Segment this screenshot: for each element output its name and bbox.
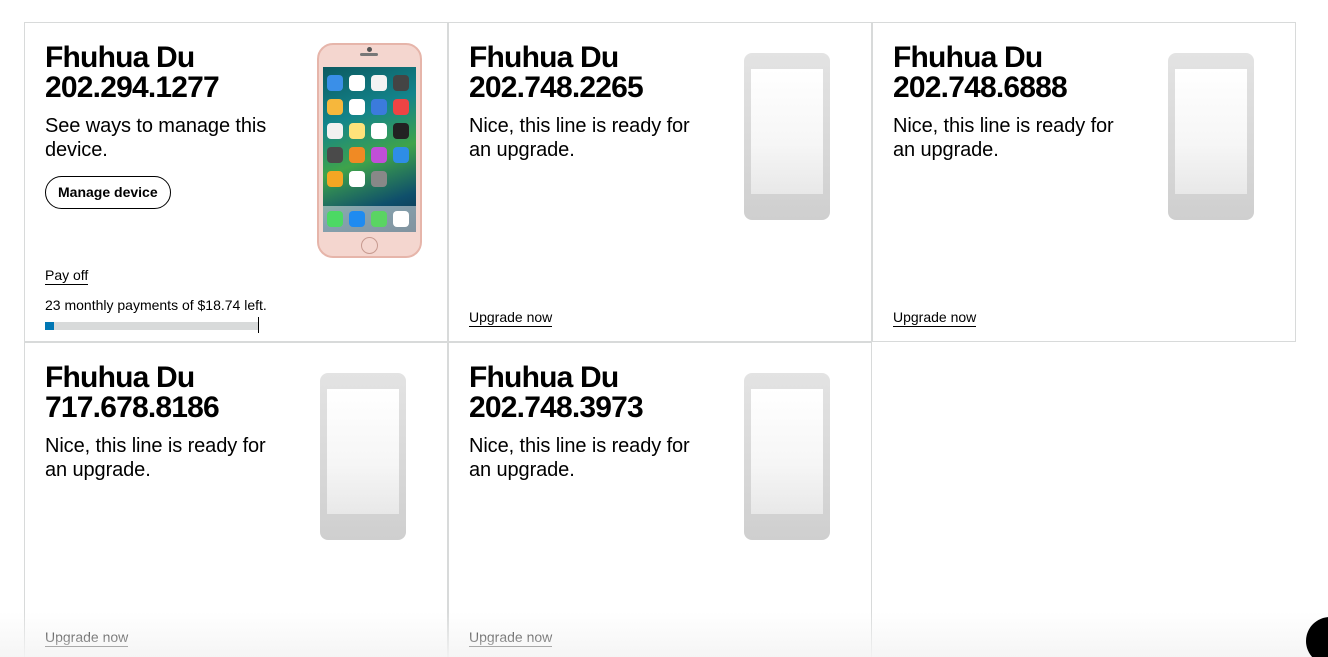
line-phone-number: 202.294.1277 xyxy=(45,71,220,104)
line-phone-number: 202.748.6888 xyxy=(893,71,1068,104)
app-icons-grid xyxy=(327,75,413,187)
phone-placeholder-icon xyxy=(1168,53,1254,220)
line-card: Fhuhua Du 202.748.6888 Nice, this line i… xyxy=(872,22,1296,342)
line-phone-number: 202.748.3973 xyxy=(469,391,644,424)
chat-bubble-icon[interactable] xyxy=(1306,617,1328,657)
camera-icon xyxy=(367,47,372,52)
dock xyxy=(323,206,416,232)
line-card: Fhuhua Du 717.678.8186 Nice, this line i… xyxy=(24,342,448,657)
device-screen xyxy=(323,67,416,232)
line-owner-name: Fhuhua Du xyxy=(45,41,195,74)
iphone-device-image xyxy=(317,43,422,258)
line-description: See ways to manage this device. xyxy=(45,115,267,161)
line-description: Nice, this line is ready for an upgrade. xyxy=(469,115,690,161)
remaining-payments-text: 23 monthly payments of $18.74 left. xyxy=(45,297,267,313)
progress-end-marker xyxy=(258,317,259,333)
line-owner-name: Fhuhua Du xyxy=(893,41,1043,74)
payment-progress-bar xyxy=(45,322,259,330)
line-phone-number: 202.748.2265 xyxy=(469,71,644,104)
phone-placeholder-icon xyxy=(744,373,830,540)
line-card: Fhuhua Du 202.294.1277 See ways to manag… xyxy=(24,22,448,342)
line-phone-number: 717.678.8186 xyxy=(45,391,220,424)
line-owner-name: Fhuhua Du xyxy=(469,41,619,74)
manage-device-button[interactable]: Manage device xyxy=(45,176,171,209)
line-owner-name: Fhuhua Du xyxy=(469,361,619,394)
line-description: Nice, this line is ready for an upgrade. xyxy=(45,435,266,481)
phone-placeholder-icon xyxy=(320,373,406,540)
upgrade-now-link[interactable]: Upgrade now xyxy=(893,309,977,327)
line-description: Nice, this line is ready for an upgrade. xyxy=(469,435,690,481)
speaker-icon xyxy=(360,53,378,56)
line-card: Fhuhua Du 202.748.3973 Nice, this line i… xyxy=(448,342,872,657)
pay-off-link[interactable]: Pay off xyxy=(45,267,89,285)
line-owner-name: Fhuhua Du xyxy=(45,361,195,394)
upgrade-now-link[interactable]: Upgrade now xyxy=(469,309,553,327)
home-button-icon xyxy=(361,237,378,254)
phone-placeholder-icon xyxy=(744,53,830,220)
line-description: Nice, this line is ready for an upgrade. xyxy=(893,115,1114,161)
payment-progress-fill xyxy=(45,322,54,330)
grid-divider xyxy=(871,342,872,657)
upgrade-now-link[interactable]: Upgrade now xyxy=(469,629,553,647)
upgrade-now-link[interactable]: Upgrade now xyxy=(45,629,129,647)
line-card: Fhuhua Du 202.748.2265 Nice, this line i… xyxy=(448,22,872,342)
